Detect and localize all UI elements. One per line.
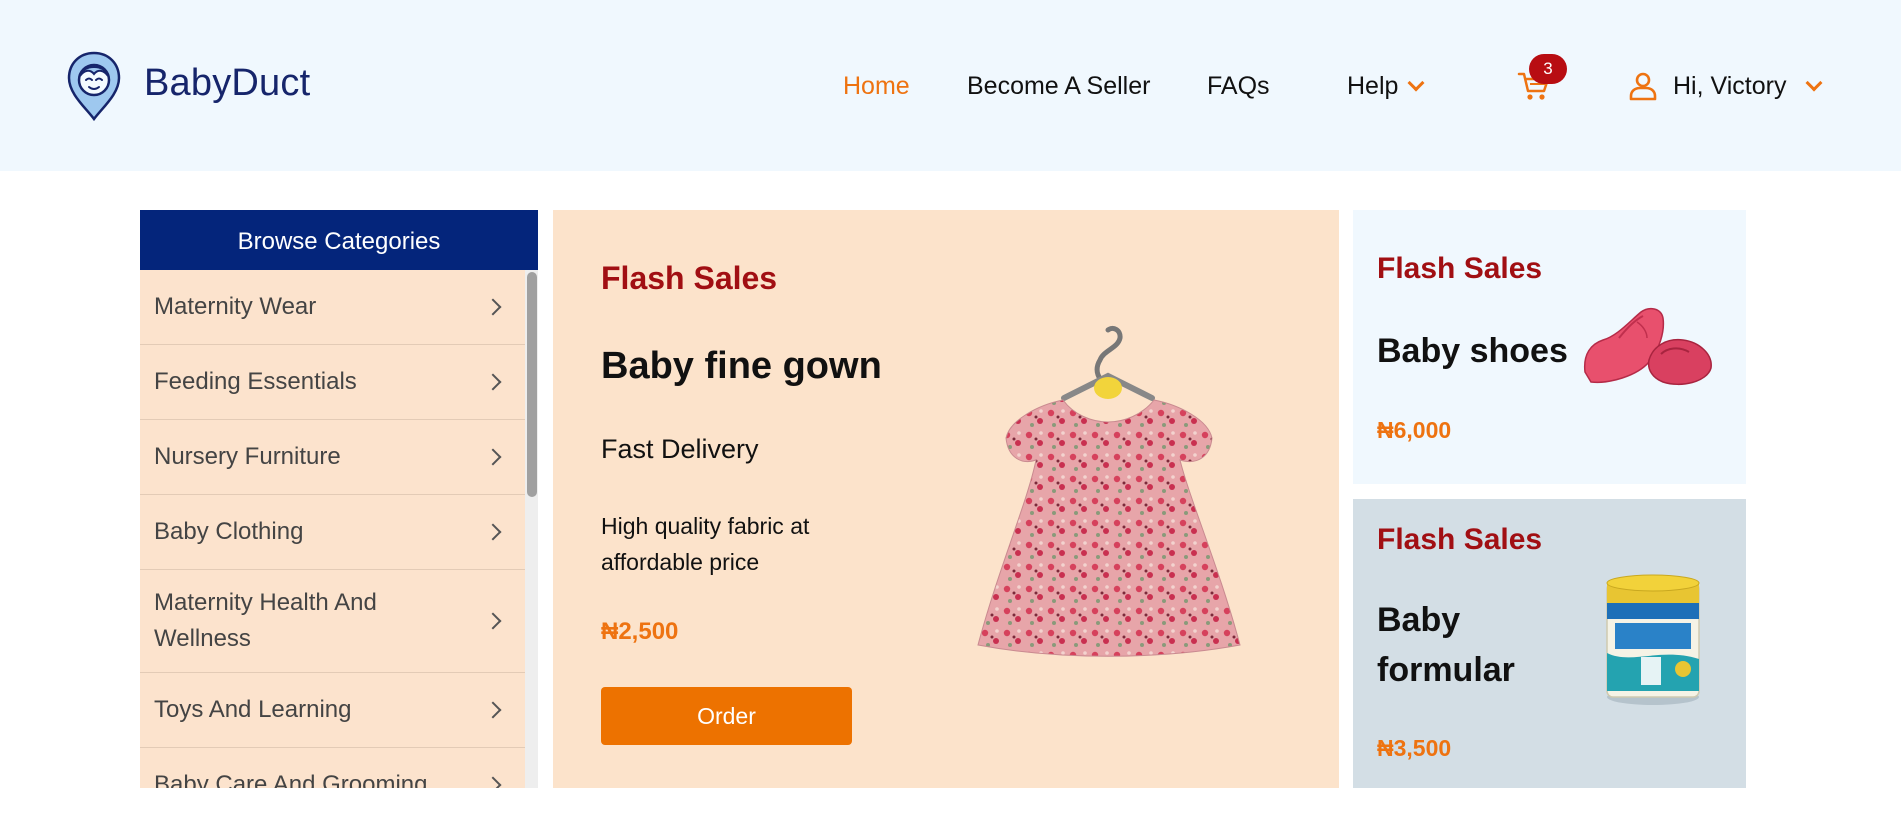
category-item-baby-clothing[interactable]: Baby Clothing bbox=[140, 495, 525, 570]
formula-tin-image bbox=[1606, 574, 1700, 705]
nav-home[interactable]: Home bbox=[843, 72, 910, 101]
product-price: ₦3,500 bbox=[1377, 735, 1452, 761]
category-label: Maternity Wear bbox=[154, 293, 317, 320]
sidebar-heading: Browse Categories bbox=[140, 210, 538, 270]
order-button[interactable]: Order bbox=[601, 687, 852, 745]
category-item-feeding-essentials[interactable]: Feeding Essentials bbox=[140, 345, 525, 420]
category-label: Nursery Furniture bbox=[154, 443, 341, 470]
category-item-maternity-health[interactable]: Maternity Health And Wellness bbox=[140, 570, 525, 673]
chevron-down-icon bbox=[1805, 74, 1823, 92]
flash-sale-banner: Flash Sales Baby fine gown Fast Delivery… bbox=[553, 210, 1339, 788]
sidebar-scrollbar-thumb[interactable] bbox=[527, 272, 537, 497]
baby-gown-image bbox=[977, 325, 1241, 657]
nav-help[interactable]: Help bbox=[1347, 72, 1425, 101]
product-price: ₦6,000 bbox=[1377, 417, 1452, 443]
baby-shoes-image bbox=[1583, 307, 1712, 386]
product-description: High quality fabric at affordable price bbox=[601, 513, 810, 575]
product-name: Baby shoes bbox=[1377, 332, 1568, 370]
chevron-right-icon bbox=[484, 612, 502, 630]
product-title: Baby fine gown bbox=[601, 345, 882, 387]
category-item-toys-and-learning[interactable]: Toys And Learning bbox=[140, 673, 525, 748]
category-item-maternity-wear[interactable]: Maternity Wear bbox=[140, 270, 525, 345]
category-sidebar: Browse Categories Maternity Wear Feeding… bbox=[140, 210, 538, 788]
baby-pin-logo-icon bbox=[67, 51, 121, 122]
flash-sale-card-baby-formular[interactable]: Flash Sales Baby formular ₦3,500 bbox=[1353, 499, 1746, 788]
brand-name[interactable]: BabyDuct bbox=[144, 62, 310, 105]
logo[interactable] bbox=[66, 50, 122, 122]
chevron-right-icon bbox=[484, 448, 502, 466]
user-menu[interactable]: Hi, Victory bbox=[1673, 72, 1823, 101]
user-greeting: Hi, Victory bbox=[1673, 72, 1787, 100]
flash-sales-label: Flash Sales bbox=[1377, 252, 1543, 285]
chevron-right-icon bbox=[484, 373, 502, 391]
cart-count-badge: 3 bbox=[1529, 54, 1567, 84]
nav-become-a-seller[interactable]: Become A Seller bbox=[967, 72, 1150, 101]
category-label: Toys And Learning bbox=[154, 696, 352, 723]
category-label: Feeding Essentials bbox=[154, 368, 357, 395]
product-price: ₦2,500 bbox=[601, 618, 679, 645]
product-name: Baby formular bbox=[1377, 601, 1515, 689]
flash-sale-card-baby-shoes[interactable]: Flash Sales Baby shoes ₦6,000 bbox=[1353, 210, 1746, 484]
nav-help-label: Help bbox=[1347, 72, 1399, 100]
chevron-right-icon bbox=[484, 298, 502, 316]
nav-faqs[interactable]: FAQs bbox=[1207, 72, 1270, 101]
chevron-right-icon bbox=[484, 523, 502, 541]
category-list: Maternity Wear Feeding Essentials Nurser… bbox=[140, 270, 525, 788]
category-label: Baby Clothing bbox=[154, 518, 304, 545]
category-label: Maternity Health And Wellness bbox=[154, 589, 377, 652]
user-icon[interactable] bbox=[1628, 71, 1658, 101]
chevron-right-icon bbox=[484, 701, 502, 719]
product-subtitle: Fast Delivery bbox=[601, 434, 759, 464]
category-item-nursery-furniture[interactable]: Nursery Furniture bbox=[140, 420, 525, 495]
flash-sales-label: Flash Sales bbox=[1377, 523, 1543, 556]
chevron-right-icon bbox=[484, 776, 502, 788]
category-label: Baby Care And Grooming bbox=[154, 771, 428, 788]
site-header: BabyDuct Home Become A Seller FAQs Help … bbox=[0, 0, 1901, 171]
flash-sales-label: Flash Sales bbox=[601, 260, 778, 296]
category-item-baby-care[interactable]: Baby Care And Grooming bbox=[140, 748, 525, 788]
chevron-down-icon bbox=[1407, 74, 1425, 92]
